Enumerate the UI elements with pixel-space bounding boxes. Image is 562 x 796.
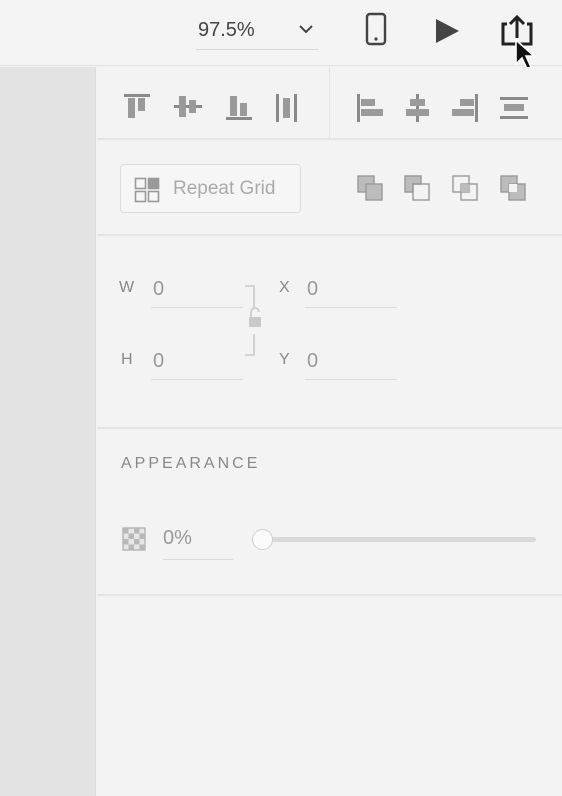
repeat-grid-label: Repeat Grid (173, 178, 276, 199)
align-top-icon[interactable] (122, 93, 152, 121)
subtract-icon[interactable] (403, 174, 433, 204)
align-bottom-icon[interactable] (224, 93, 254, 121)
distribute-horizontal-icon[interactable] (499, 95, 529, 121)
y-label: Y (279, 351, 291, 368)
opacity-value: 0% (163, 527, 192, 549)
height-field[interactable]: 0 (151, 346, 243, 380)
section-divider (97, 138, 562, 140)
x-field[interactable]: 0 (305, 274, 397, 308)
opacity-checkerboard-icon (122, 527, 146, 551)
section-divider (97, 234, 562, 236)
lock-aspect-icon[interactable] (240, 284, 262, 358)
width-label: W (119, 279, 136, 296)
play-icon[interactable] (433, 17, 461, 45)
width-value: 0 (153, 278, 165, 300)
align-right-icon[interactable] (451, 93, 479, 123)
repeat-grid-button[interactable]: Repeat Grid (120, 164, 301, 213)
exclude-overlap-icon[interactable] (499, 174, 529, 204)
section-divider (97, 427, 562, 429)
section-divider (97, 594, 562, 596)
zoom-value: 97.5% (198, 19, 255, 41)
align-center-icon[interactable] (404, 93, 432, 123)
x-label: X (279, 279, 291, 296)
appearance-title: APPEARANCE (121, 455, 261, 472)
add-icon[interactable] (356, 174, 386, 204)
width-field[interactable]: 0 (151, 274, 243, 308)
x-value: 0 (307, 278, 319, 300)
canvas-strip (0, 67, 96, 796)
distribute-vertical-icon[interactable] (274, 93, 300, 123)
repeat-grid-icon (134, 177, 160, 203)
y-field[interactable]: 0 (305, 346, 397, 380)
opacity-slider-thumb[interactable] (252, 529, 273, 550)
opacity-slider-track[interactable] (262, 537, 536, 542)
intersect-icon[interactable] (451, 174, 481, 204)
top-toolbar: 97.5% (0, 0, 562, 71)
mobile-device-icon[interactable] (364, 12, 388, 46)
align-left-icon[interactable] (356, 93, 384, 123)
height-label: H (121, 351, 134, 368)
opacity-field[interactable]: 0% (163, 522, 233, 560)
y-value: 0 (307, 350, 319, 372)
chevron-down-icon (299, 25, 313, 34)
height-value: 0 (153, 350, 165, 372)
align-divider (329, 68, 330, 138)
align-middle-icon[interactable] (173, 93, 203, 121)
zoom-select[interactable]: 97.5% (196, 17, 318, 50)
